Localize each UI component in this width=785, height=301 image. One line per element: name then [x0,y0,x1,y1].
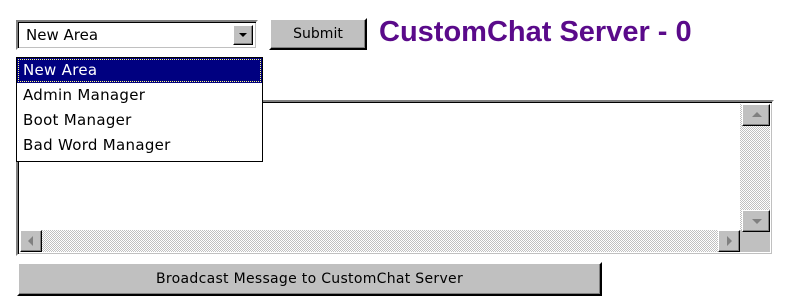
submit-button[interactable]: Submit [269,18,367,50]
scroll-down-button[interactable] [742,210,770,232]
scrollbar-corner [740,230,770,252]
chevron-down-icon [239,33,247,37]
area-dropdown-list: New Area Admin Manager Boot Manager Bad … [16,57,263,162]
area-select[interactable]: New Area [16,20,258,50]
arrow-left-icon [28,236,33,246]
arrow-up-icon [752,112,762,117]
dropdown-option-new-area[interactable]: New Area [17,58,262,83]
arrow-right-icon [727,236,732,246]
dropdown-option-bad-word-manager[interactable]: Bad Word Manager [17,133,262,158]
scroll-right-button[interactable] [718,230,740,252]
scroll-up-button[interactable] [742,104,770,126]
scroll-left-button[interactable] [20,230,42,252]
dropdown-option-admin-manager[interactable]: Admin Manager [17,83,262,108]
horizontal-scrollbar[interactable] [20,230,740,252]
dropdown-option-boot-manager[interactable]: Boot Manager [17,108,262,133]
area-select-value: New Area [26,26,99,44]
page-title: CustomChat Server - 0 [379,16,692,48]
broadcast-button[interactable]: Broadcast Message to CustomChat Server [17,262,602,296]
dropdown-arrow-button[interactable] [233,25,253,45]
arrow-down-icon [752,219,762,224]
